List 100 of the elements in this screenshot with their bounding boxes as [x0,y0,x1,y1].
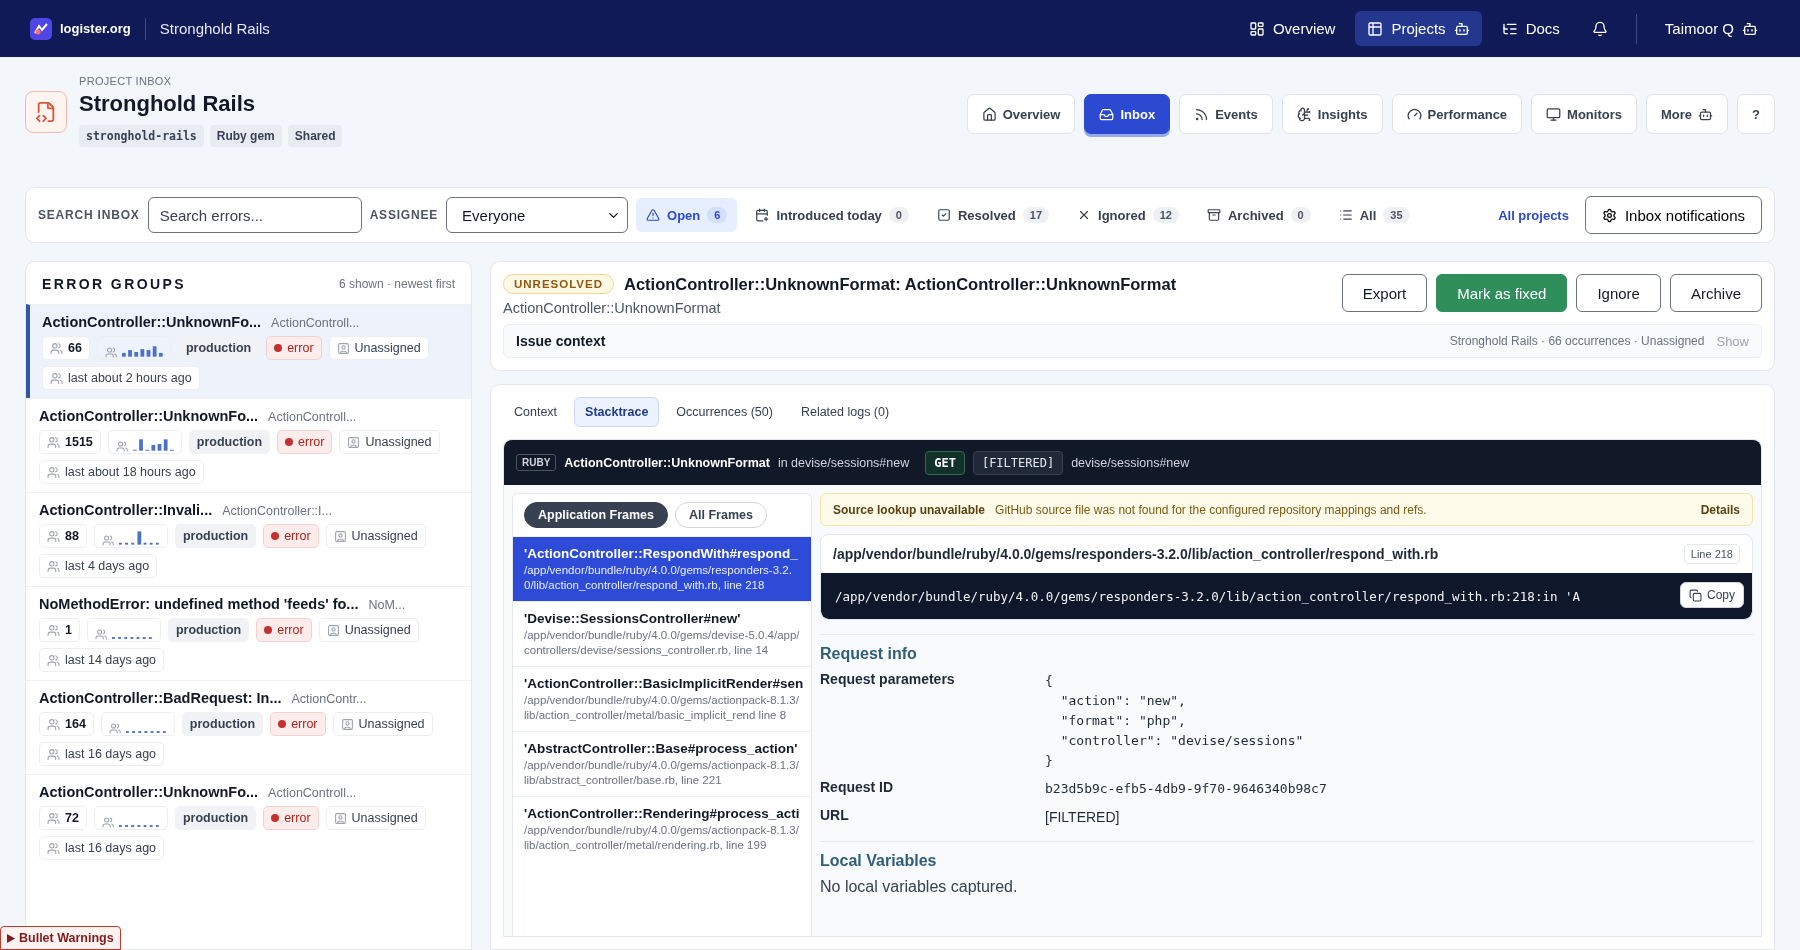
user-icon [333,811,347,825]
action-button[interactable]: Ignore [1576,274,1661,312]
frame-path: /app/vendor/bundle/ruby/4.0.0/gems/devise-5.0.4/app/controllers/devise/sessions_controller.rb, line 14 [524,628,800,658]
search-field[interactable]: Search errors... [147,197,362,233]
frame-filter[interactable]: All Frames [675,502,767,528]
list-icon [1338,208,1353,222]
nav-link[interactable]: Docs [1489,11,1572,46]
debug-toggle[interactable]: Bullet Warnings [0,926,121,950]
error-group-row[interactable]: ActionController::UnknownFo... ActionControll... 1515 production error Unassigned last about 18 hours ago [26,398,471,492]
sparkline-drawing [122,346,163,357]
users-count: 1 [39,618,80,642]
project-tab[interactable]: Overview [966,94,1076,134]
action-button[interactable]: Archive [1669,274,1762,312]
project-tag: Shared [287,125,343,147]
exception-location: in devise/sessions#new [777,455,910,470]
all-projects-link[interactable]: All projects [1498,207,1569,223]
user-icon [326,623,340,637]
assignee-select[interactable]: Everyone [446,197,629,233]
field-label: Request parameters [820,671,956,689]
status-badge: UNRESOLVED [503,274,615,294]
section-heading: Request info [820,645,918,663]
frame-name: 'ActionController::Rendering#process_acti [524,806,800,821]
project-tab[interactable]: Insights [1281,94,1383,134]
issue-context-bar[interactable]: Issue context Stronghold Rails · 66 occurrences · Unassigned Show [503,324,1762,358]
frame-name: 'AbstractController::Base#process_action' [524,741,799,756]
context-label: Issue context [516,333,606,349]
user-icon [336,341,350,355]
detail-tab[interactable]: Stacktrace [574,397,660,427]
project-tab[interactable]: Inbox [1084,94,1171,134]
panel-meta: 6 shown · newest first [338,277,455,291]
feed-icon [1194,106,1210,122]
issue-title: ActionController::UnknownFormat: ActionController::UnknownFormat [624,274,1177,294]
count-badge: 0 [888,207,909,223]
stack-frame[interactable]: 'ActionController::RespondWith#respond_ /app/vendor/bundle/ruby/4.0.0/gems/responders-3.2.0/lib/action_controller/respond_with.rb, line 218 [513,536,811,601]
status-filter[interactable]: Ignored 12 [1067,198,1189,232]
language-badge: RUBY [516,454,557,471]
project-tab[interactable]: Performance [1391,94,1523,134]
field-value: { "action": "new", "format": "php", "controller": "devise/sessions" } [1045,672,1305,770]
notifications-button[interactable]: Inbox notifications [1584,196,1762,234]
exception-name: ActionController::UnknownFormat [564,455,770,470]
panel-title: ERROR GROUPS [42,276,186,292]
error-class: ActionContr... [291,692,367,706]
empty-message: No local variables captured. [820,878,1019,896]
assignee-label: ASSIGNEE [369,208,439,222]
environment-tag: production [174,524,257,548]
project-tab[interactable]: Events [1179,94,1273,134]
level-tag: error [263,806,319,830]
error-group-row[interactable]: ActionController::UnknownFo... ActionControll... 72 production error Unassigned last 16 days ago [26,774,471,868]
brand-name: logister.org [60,21,131,36]
frame-name: 'ActionController::RespondWith#respond_ [524,546,799,561]
inbox-icon [1099,106,1115,122]
detail-tab[interactable]: Context [503,397,569,427]
status-filter[interactable]: Resolved 17 [927,198,1060,232]
sparkline-drawing [133,439,174,451]
action-button[interactable]: Export [1341,274,1428,312]
status-filter[interactable]: Open 6 [636,198,738,232]
settings-icon [1601,207,1617,223]
error-class: ActionControll... [271,316,360,330]
status-filter[interactable]: Archived 0 [1196,198,1321,232]
status-filter[interactable]: Introduced today 0 [745,198,919,232]
copy-button[interactable]: Copy [1680,582,1744,608]
project-tab[interactable]: More [1646,94,1729,134]
environment-tag: production [174,806,257,830]
status-filter[interactable]: All 35 [1328,198,1420,232]
monitor-icon [1546,106,1562,122]
error-group-row[interactable]: ActionController::Invali... ActionController::I... 88 production error Unassigned last 4 days ago [26,492,471,586]
nav-link[interactable]: Projects [1355,11,1482,46]
assignee-tag: Unassigned [328,336,429,360]
users-icon [108,722,122,735]
robot-icon [1698,106,1714,122]
users-icon [47,841,60,855]
dashboard-icon [1248,20,1265,37]
notice-message: GitHub source file was not found for the configured repository mappings and refs. [995,502,1427,517]
detail-tab[interactable]: Related logs (0) [789,397,901,427]
users-icon [50,371,63,385]
users-icon [47,717,60,731]
details-link[interactable]: Details [1700,502,1740,517]
detail-tab[interactable]: Occurrences (50) [665,397,784,427]
level-tag: error [263,524,319,548]
error-class: ActionControll... [268,410,357,424]
action-button[interactable]: Mark as fixed [1436,274,1568,312]
error-group-row[interactable]: NoMethodError: undefined method 'feeds' fo... NoM... 1 production error Unassigned last 14 days ago [26,586,471,680]
users-count: 164 [39,712,94,736]
frame-filter[interactable]: Application Frames [524,502,668,528]
project-tab[interactable]: Monitors [1531,94,1637,134]
user-menu[interactable]: Taimoor Q [1652,11,1770,46]
count-badge: 0 [1290,207,1311,223]
error-group-row[interactable]: ActionController::BadRequest: In... ActionContr... 164 production error Unassigned last 16 days ago [26,680,471,774]
help-button[interactable]: ? [1737,94,1775,134]
error-group-row[interactable]: ActionController::UnknownFo... ActionControll... 66 production error Unassigned last about 2 hours ago [26,304,471,398]
sparkline-drawing [112,637,153,639]
users-icon [47,811,60,825]
users-icon [94,628,108,641]
nav-link[interactable]: Overview [1236,11,1348,46]
logo-icon [30,17,52,40]
section-heading: Local Variables [820,852,938,870]
gauge-icon [1406,106,1422,122]
error-class: ActionControll... [268,786,357,800]
route-text: devise/sessions#new [1071,455,1190,470]
checkbox-icon [937,208,951,222]
